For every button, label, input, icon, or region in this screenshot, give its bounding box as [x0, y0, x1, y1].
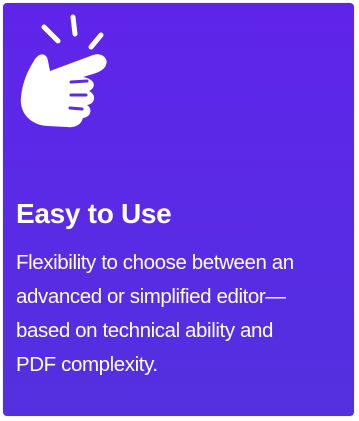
card-title: Easy to Use — [16, 198, 172, 229]
description-line: Flexibility to choose between an — [16, 251, 294, 274]
card-description: Flexibility to choose between an advance… — [16, 246, 351, 382]
description-line: PDF complexity. — [16, 353, 158, 376]
description-line: based on technical ability and — [16, 319, 273, 342]
pointing-hand-icon — [13, 9, 123, 149]
feature-card-easy-to-use: Easy to Use Flexibility to choose betwee… — [3, 3, 354, 416]
description-line: advanced or simplified editor— — [16, 285, 286, 308]
